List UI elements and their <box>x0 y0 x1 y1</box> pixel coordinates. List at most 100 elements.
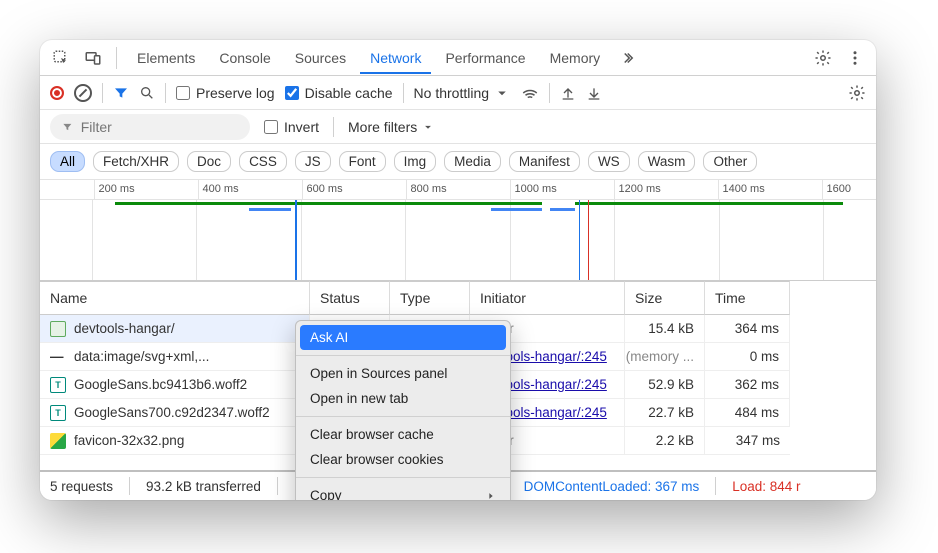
request-name: favicon-32x32.png <box>74 433 184 448</box>
network-settings-icon[interactable] <box>848 84 866 102</box>
filter-input[interactable] <box>81 119 238 135</box>
font-icon: T <box>50 377 66 393</box>
device-toolbar-icon[interactable] <box>80 45 106 71</box>
table-row[interactable]: T GoogleSans700.c92d2347.woff2 <box>40 399 310 427</box>
tick: 1200 ms <box>614 180 718 199</box>
status-domcontentloaded: DOMContentLoaded: 367 ms <box>524 479 700 494</box>
tick: 400 ms <box>198 180 302 199</box>
tick: 800 ms <box>406 180 510 199</box>
tick: 1400 ms <box>718 180 822 199</box>
pill-doc[interactable]: Doc <box>187 151 231 172</box>
throttling-select[interactable]: No throttling <box>414 84 511 102</box>
pill-fetchxhr[interactable]: Fetch/XHR <box>93 151 179 172</box>
preserve-log-label: Preserve log <box>196 85 275 101</box>
pill-js[interactable]: JS <box>295 151 331 172</box>
tab-sources[interactable]: Sources <box>285 42 356 74</box>
preserve-log-checkbox[interactable]: Preserve log <box>176 85 275 101</box>
timeline-body <box>40 200 876 280</box>
pill-wasm[interactable]: Wasm <box>638 151 696 172</box>
type-filter-row: All Fetch/XHR Doc CSS JS Font Img Media … <box>40 144 876 180</box>
pill-css[interactable]: CSS <box>239 151 287 172</box>
col-initiator[interactable]: Initiator <box>470 281 625 315</box>
network-toolbar: Preserve log Disable cache No throttling <box>40 76 876 110</box>
table-row[interactable]: devtools-hangar/ <box>40 315 310 343</box>
network-conditions-icon[interactable] <box>521 84 539 102</box>
panel-tabs: Elements Console Sources Network Perform… <box>127 42 640 74</box>
cell-time: 362 ms <box>705 371 790 399</box>
tab-memory[interactable]: Memory <box>540 42 611 74</box>
ctx-clear-cookies[interactable]: Clear browser cookies <box>296 447 510 472</box>
upload-har-icon[interactable] <box>560 85 576 101</box>
cell-time: 484 ms <box>705 399 790 427</box>
inspect-element-icon[interactable] <box>48 45 74 71</box>
invert-checkbox[interactable]: Invert <box>264 119 319 135</box>
ctx-clear-cache[interactable]: Clear browser cache <box>296 422 510 447</box>
request-name: devtools-hangar/ <box>74 321 175 336</box>
image-icon <box>50 433 66 449</box>
main-tabbar: Elements Console Sources Network Perform… <box>40 40 876 76</box>
filter-input-wrap[interactable] <box>50 114 250 140</box>
more-filters-button[interactable]: More filters <box>348 119 435 135</box>
more-tabs-icon[interactable] <box>614 45 640 71</box>
ctx-copy-label: Copy <box>310 488 342 500</box>
status-requests: 5 requests <box>50 479 113 494</box>
table-row[interactable]: T GoogleSans.bc9413b6.woff2 <box>40 371 310 399</box>
tab-network[interactable]: Network <box>360 42 431 74</box>
invert-label: Invert <box>284 119 319 135</box>
disable-cache-checkbox[interactable]: Disable cache <box>285 85 393 101</box>
download-har-icon[interactable] <box>586 85 602 101</box>
pill-manifest[interactable]: Manifest <box>509 151 580 172</box>
pill-font[interactable]: Font <box>339 151 386 172</box>
table-row[interactable]: favicon-32x32.png <box>40 427 310 455</box>
pill-img[interactable]: Img <box>394 151 437 172</box>
tick: 200 ms <box>94 180 198 199</box>
status-transferred: 93.2 kB transferred <box>146 479 261 494</box>
request-name: GoogleSans700.c92d2347.woff2 <box>74 405 270 420</box>
disable-cache-label: Disable cache <box>305 85 393 101</box>
cell-size: (memory ... <box>625 343 705 371</box>
tab-performance[interactable]: Performance <box>435 42 535 74</box>
throttling-label: No throttling <box>414 85 489 101</box>
kebab-menu-icon[interactable] <box>842 45 868 71</box>
cell-size: 52.9 kB <box>625 371 705 399</box>
devtools-window: Elements Console Sources Network Perform… <box>40 40 876 500</box>
search-icon[interactable] <box>139 85 155 101</box>
font-icon: T <box>50 405 66 421</box>
tab-console[interactable]: Console <box>209 42 280 74</box>
pill-other[interactable]: Other <box>703 151 757 172</box>
tick: 1000 ms <box>510 180 614 199</box>
request-name: GoogleSans.bc9413b6.woff2 <box>74 377 247 392</box>
status-load: Load: 844 r <box>732 479 800 494</box>
col-size[interactable]: Size <box>625 281 705 315</box>
pill-media[interactable]: Media <box>444 151 501 172</box>
ctx-ask-ai[interactable]: Ask AI <box>300 325 506 350</box>
timeline-overview[interactable]: 200 ms 400 ms 600 ms 800 ms 1000 ms 1200… <box>40 180 876 281</box>
clear-button[interactable] <box>74 84 92 102</box>
ctx-open-new-tab[interactable]: Open in new tab <box>296 386 510 411</box>
chevron-right-icon <box>486 491 496 501</box>
document-icon <box>50 321 66 337</box>
dash-icon: — <box>50 349 66 365</box>
tab-elements[interactable]: Elements <box>127 42 205 74</box>
cell-time: 364 ms <box>705 315 790 343</box>
cell-size: 2.2 kB <box>625 427 705 455</box>
pill-ws[interactable]: WS <box>588 151 630 172</box>
filter-toggle-icon[interactable] <box>113 85 129 101</box>
col-time[interactable]: Time <box>705 281 790 315</box>
col-type[interactable]: Type <box>390 281 470 315</box>
cell-size: 22.7 kB <box>625 399 705 427</box>
timeline-ruler: 200 ms 400 ms 600 ms 800 ms 1000 ms 1200… <box>40 180 876 200</box>
col-status[interactable]: Status <box>310 281 390 315</box>
settings-icon[interactable] <box>810 45 836 71</box>
cell-time: 347 ms <box>705 427 790 455</box>
record-button[interactable] <box>50 86 64 100</box>
request-name: data:image/svg+xml,... <box>74 349 209 364</box>
col-name[interactable]: Name <box>40 281 310 315</box>
ctx-copy[interactable]: Copy <box>296 483 510 500</box>
ctx-open-sources[interactable]: Open in Sources panel <box>296 361 510 386</box>
pill-all[interactable]: All <box>50 151 85 172</box>
table-row[interactable]: — data:image/svg+xml,... <box>40 343 310 371</box>
tick: 600 ms <box>302 180 406 199</box>
filter-row: Invert More filters <box>40 110 876 144</box>
context-menu: Ask AI Open in Sources panel Open in new… <box>295 320 511 500</box>
